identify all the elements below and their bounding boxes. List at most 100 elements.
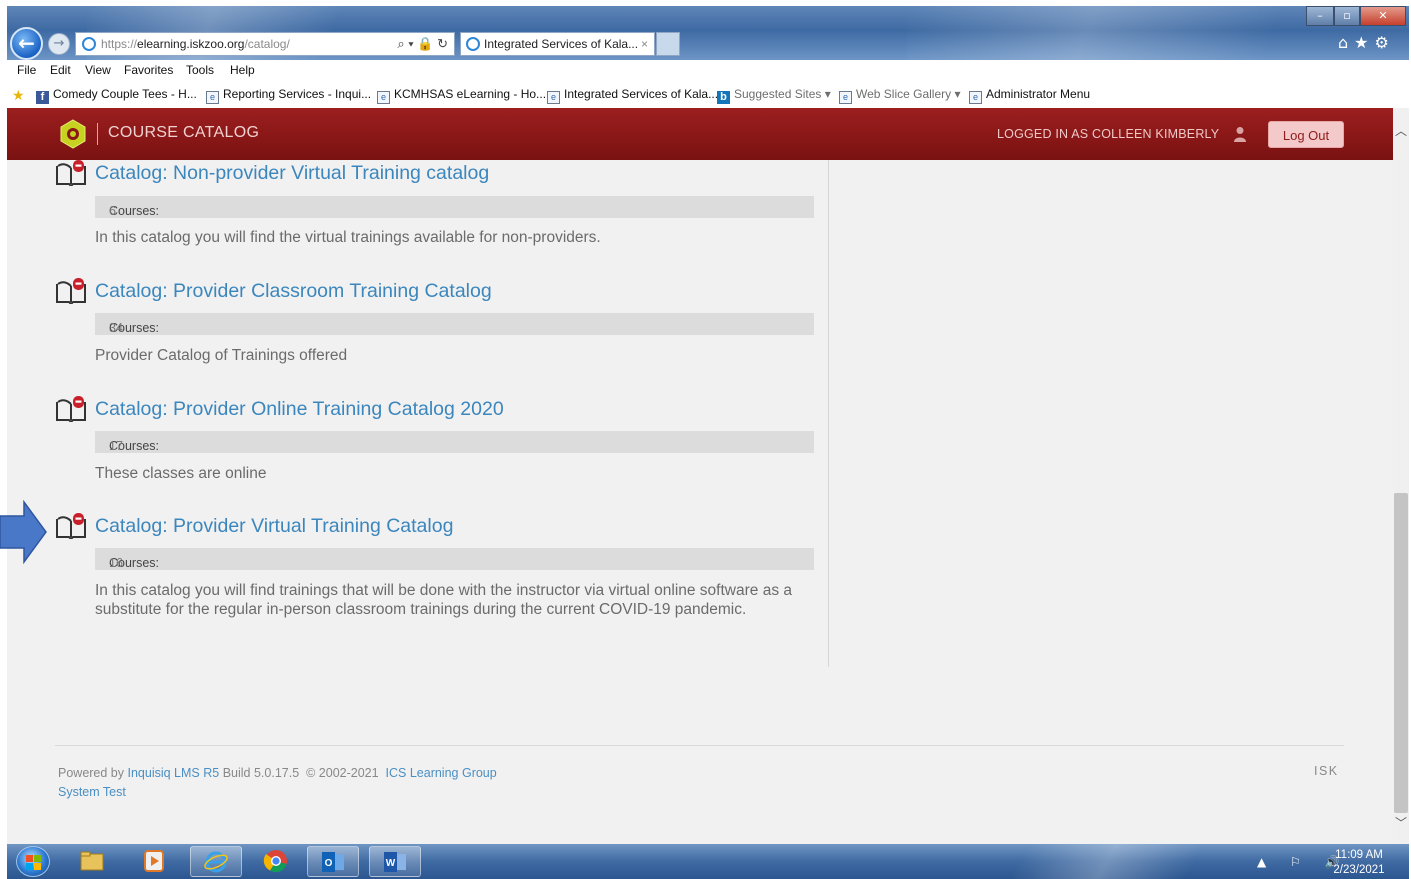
catalog-courses-bar: Courses: 17 — [95, 431, 814, 453]
minimize-button[interactable]: – — [1306, 6, 1334, 26]
menu-help[interactable]: Help — [230, 63, 255, 77]
forward-button[interactable]: → — [48, 33, 70, 55]
taskbar-media-player[interactable] — [129, 846, 181, 877]
catalog-book-icon — [56, 513, 86, 539]
taskbar-clock[interactable]: 11:09 AM 2/23/2021 — [1324, 848, 1394, 878]
address-tools-icons[interactable]: ⌕ ▾ 🔒 ↻ — [397, 33, 448, 55]
favorites-star-icon[interactable]: ★ — [12, 87, 29, 103]
footer-credits: Powered by Inquisiq LMS R5 Build 5.0.17.… — [58, 766, 497, 799]
catalog-description: These classes are online — [95, 465, 267, 482]
back-button[interactable]: ← — [10, 27, 43, 60]
scroll-up-icon[interactable]: ︿ — [1393, 122, 1409, 138]
footer-divider — [55, 745, 1344, 746]
chrome-icon — [263, 850, 287, 873]
tab-label: Integrated Services of Kala... — [484, 37, 639, 51]
catalog-item: Catalog: Provider Classroom Training Cat… — [55, 278, 815, 364]
ie-page-icon: e — [969, 91, 982, 104]
ie-page-icon: e — [547, 91, 560, 104]
taskbar-explorer[interactable] — [67, 846, 119, 877]
windows-logo-icon — [26, 855, 41, 870]
start-button[interactable] — [16, 846, 50, 877]
catalog-description: In this catalog you will find the virtua… — [95, 229, 601, 246]
outlook-icon: O — [322, 852, 344, 872]
menu-file[interactable]: File — [17, 63, 36, 77]
logout-button[interactable]: Log Out — [1268, 121, 1344, 148]
home-favorites-settings-icons[interactable]: ⌂★⚙ — [1338, 33, 1395, 52]
favorite-link[interactable]: f Comedy Couple Tees - H... — [36, 87, 197, 104]
taskbar-outlook[interactable]: O — [307, 846, 359, 877]
screen: ← → https://elearning.iskzoo.org/catalog… — [0, 0, 1411, 879]
catalog-courses-bar: Courses: 16 — [95, 548, 814, 570]
catalog-book-icon — [56, 396, 86, 422]
app-logo-icon[interactable] — [58, 119, 88, 149]
ie-page-icon: e — [206, 91, 219, 104]
catalog-book-icon — [56, 278, 86, 304]
catalog-item: Catalog: Provider Online Training Catalo… — [55, 396, 815, 482]
favorites-bar: ★ f Comedy Couple Tees - H... e Reporting … — [7, 82, 1409, 107]
windows-taskbar: O W ▲ ⚐ 🔊 11:09 AM 2/23/2021 — [7, 844, 1409, 879]
catalog-item: Catalog: Provider Virtual Training Catal… — [55, 513, 815, 618]
logged-in-user: LOGGED IN AS COLLEEN KIMBERLY — [997, 127, 1220, 141]
page-title: COURSE CATALOG — [108, 124, 260, 141]
course-count: 16 — [109, 556, 123, 570]
address-url: https://elearning.iskzoo.org/catalog/ — [101, 37, 290, 51]
bing-icon: b — [717, 91, 730, 104]
internet-explorer-icon — [204, 851, 228, 873]
ie-icon — [466, 37, 480, 51]
ie-icon — [82, 37, 96, 51]
course-count: 34 — [109, 321, 123, 335]
taskbar-chrome[interactable] — [251, 846, 303, 877]
favorite-link[interactable]: e KCMHSAS eLearning - Ho... — [377, 87, 546, 104]
system-test-link[interactable]: System Test — [58, 785, 126, 799]
user-icon — [1234, 127, 1246, 142]
company-link[interactable]: ICS Learning Group — [386, 766, 497, 780]
scroll-thumb[interactable] — [1394, 493, 1408, 813]
catalog-title-link[interactable]: Catalog: Provider Online Training Catalo… — [95, 398, 504, 421]
app-header: COURSE CATALOG LOGGED IN AS COLLEEN KIMB… — [7, 108, 1393, 160]
catalog-courses-bar: Courses: 34 — [95, 313, 814, 335]
favorite-link[interactable]: e Administrator Menu — [969, 87, 1090, 104]
new-tab-button[interactable] — [656, 32, 680, 56]
close-window-button[interactable]: ✕ — [1360, 6, 1406, 26]
media-player-icon — [144, 850, 164, 872]
favorite-link[interactable]: e Web Slice Gallery ▾ — [839, 87, 961, 104]
ie-page-icon: e — [377, 91, 390, 104]
menu-favorites[interactable]: Favorites — [124, 63, 173, 77]
lms-link[interactable]: Inquisiq LMS R5 — [128, 766, 220, 780]
taskbar-internet-explorer[interactable] — [190, 846, 242, 877]
catalog-description: Provider Catalog of Trainings offered — [95, 347, 348, 364]
svg-text:O: O — [325, 858, 333, 869]
restore-button[interactable]: ▫ — [1334, 6, 1360, 26]
menu-view[interactable]: View — [85, 63, 111, 77]
favorite-link[interactable]: e Integrated Services of Kala... — [547, 87, 718, 104]
ie-page-icon: e — [839, 91, 852, 104]
favorite-link[interactable]: e Reporting Services - Inqui... — [206, 87, 371, 104]
scroll-down-icon[interactable]: ﹀ — [1393, 814, 1409, 830]
browser-tab[interactable]: Integrated Services of Kala... × — [460, 32, 655, 56]
main-content: Catalog: Non-provider Virtual Training c… — [7, 160, 1393, 844]
favorite-link[interactable]: b Suggested Sites ▾ — [717, 87, 831, 104]
catalog-courses-bar: Courses: 6 — [95, 196, 814, 218]
menu-edit[interactable]: Edit — [50, 63, 71, 77]
page-scrollbar[interactable]: ︿ ﹀ — [1393, 108, 1409, 844]
menu-tools[interactable]: Tools — [186, 63, 214, 77]
catalog-description: In this catalog you will find trainings … — [95, 582, 792, 618]
word-icon: W — [384, 852, 406, 872]
menu-bar: File Edit View Favorites Tools Help — [7, 60, 1409, 82]
svg-text:W: W — [386, 858, 396, 869]
address-bar[interactable]: https://elearning.iskzoo.org/catalog/ ⌕ … — [75, 32, 455, 56]
catalog-title-link[interactable]: Catalog: Non-provider Virtual Training c… — [95, 162, 489, 185]
catalog-item: Catalog: Non-provider Virtual Training c… — [55, 160, 815, 246]
logo-divider — [97, 123, 98, 145]
tab-close-icon[interactable]: × — [641, 33, 648, 55]
footer-code: ISK — [1314, 764, 1339, 778]
catalog-title-link[interactable]: Catalog: Provider Virtual Training Catal… — [95, 515, 453, 538]
annotation-arrow-icon — [0, 500, 47, 564]
catalog-title-link[interactable]: Catalog: Provider Classroom Training Cat… — [95, 280, 492, 303]
course-count: 17 — [109, 439, 123, 453]
facebook-icon: f — [36, 91, 49, 104]
folder-icon — [80, 851, 104, 871]
taskbar-word[interactable]: W — [369, 846, 421, 877]
catalog-book-icon — [56, 160, 86, 186]
course-count: 6 — [109, 204, 116, 218]
